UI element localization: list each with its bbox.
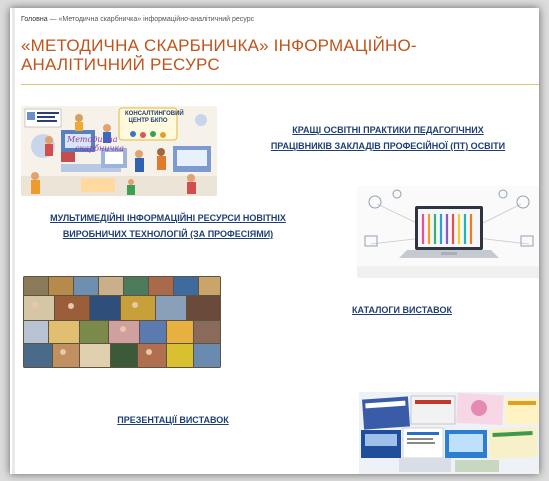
best-practices-link-line1: КРАЩІ ОСВІТНІ ПРАКТИКИ ПЕДАГОГІЧНИХ [292, 125, 484, 135]
breadcrumb-separator: — [49, 16, 57, 23]
breadcrumb: Головна — «Методична скарбничка» інформа… [21, 16, 254, 23]
best-practices-image-caption-line2: скарбничка [75, 144, 124, 153]
best-practices-image[interactable]: КОНСАЛТИНГОВИЙ ЦЕНТР БКПО Методична скар… [21, 106, 217, 196]
multimedia-resources-image[interactable] [357, 186, 539, 278]
title-divider [21, 84, 539, 85]
best-practices-link-line2: ПРАЦІВНИКІВ ЗАКЛАДІВ ПРОФЕСІЙНОЇ (ПТ) ОС… [270, 141, 506, 151]
exhibition-presentations-link[interactable]: ПРЕЗЕНТАЦІЇ ВИСТАВОК [93, 412, 253, 428]
multimedia-resources-link[interactable]: МУЛЬТИМЕДІЙНІ ІНФОРМАЦІЙНІ РЕСУРСИ НОВІТ… [21, 210, 315, 242]
page-container: Головна — «Методична скарбничка» інформа… [10, 8, 539, 474]
exhibition-catalogs-link-label: КАТАЛОГИ ВИСТАВОК [352, 305, 452, 315]
multimedia-resources-link-line2: ВИРОБНИЧИХ ТЕХНОЛОГІЙ (ЗА ПРОФЕСІЯМИ) [62, 229, 274, 239]
exhibition-presentations-link-label: ПРЕЗЕНТАЦІЇ ВИСТАВОК [117, 415, 229, 425]
best-practices-link[interactable]: КРАЩІ ОСВІТНІ ПРАКТИКИ ПЕДАГОГІЧНИХ ПРАЦ… [243, 122, 533, 154]
page-title: «МЕТОДИЧНА СКАРБНИЧКА» ІНФОРМАЦІЙНО-АНАЛ… [21, 36, 417, 74]
exhibition-catalogs-link[interactable]: КАТАЛОГИ ВИСТАВОК [327, 302, 477, 318]
exhibition-catalogs-image[interactable] [23, 276, 221, 368]
exhibition-presentations-image[interactable] [359, 392, 539, 474]
multimedia-resources-link-line1: МУЛЬТИМЕДІЙНІ ІНФОРМАЦІЙНІ РЕСУРСИ НОВІТ… [50, 213, 286, 223]
breadcrumb-home-link[interactable]: Головна [21, 16, 48, 23]
best-practices-image-caption-top: КОНСАЛТИНГОВИЙ ЦЕНТР БКПО [125, 111, 184, 124]
content-area: Головна — «Методична скарбничка» інформа… [12, 8, 539, 474]
breadcrumb-current: «Методична скарбничка» інформаційно-анал… [58, 16, 255, 23]
best-practices-image-caption-line1: Методична [67, 135, 118, 144]
